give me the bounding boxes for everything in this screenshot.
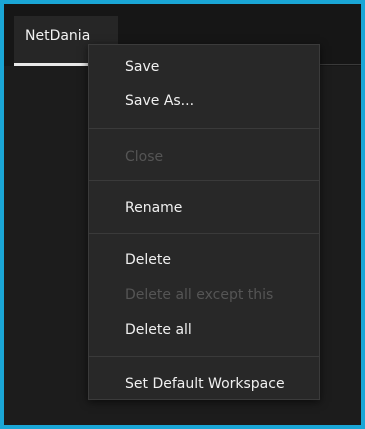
menu-item-close: Close bbox=[89, 144, 319, 170]
app-window: NetDania Save Save As... Close Rename De… bbox=[4, 4, 361, 425]
menu-item-label: Delete all bbox=[125, 322, 192, 338]
menu-item-rename[interactable]: Rename bbox=[89, 195, 319, 221]
menu-item-label: Delete all except this bbox=[125, 287, 274, 303]
menu-item-label: Delete bbox=[125, 252, 171, 268]
menu-item-label: Rename bbox=[125, 200, 183, 216]
menu-separator bbox=[89, 233, 319, 234]
context-menu: Save Save As... Close Rename Delete Dele… bbox=[88, 44, 320, 400]
menu-item-label: Save As... bbox=[125, 93, 195, 109]
menu-item-delete-all-except-this: Delete all except this bbox=[89, 282, 319, 308]
menu-separator bbox=[89, 356, 319, 357]
menu-item-save[interactable]: Save bbox=[89, 54, 319, 80]
workspace-tab-label: NetDania bbox=[25, 28, 91, 44]
menu-item-delete-all[interactable]: Delete all bbox=[89, 317, 319, 343]
menu-separator bbox=[89, 180, 319, 181]
menu-separator bbox=[89, 128, 319, 129]
menu-item-save-as[interactable]: Save As... bbox=[89, 88, 319, 114]
menu-item-set-default-workspace[interactable]: Set Default Workspace bbox=[89, 371, 319, 397]
menu-item-label: Close bbox=[125, 149, 164, 165]
menu-item-label: Set Default Workspace bbox=[125, 376, 285, 392]
menu-item-delete[interactable]: Delete bbox=[89, 247, 319, 273]
menu-item-label: Save bbox=[125, 59, 160, 75]
